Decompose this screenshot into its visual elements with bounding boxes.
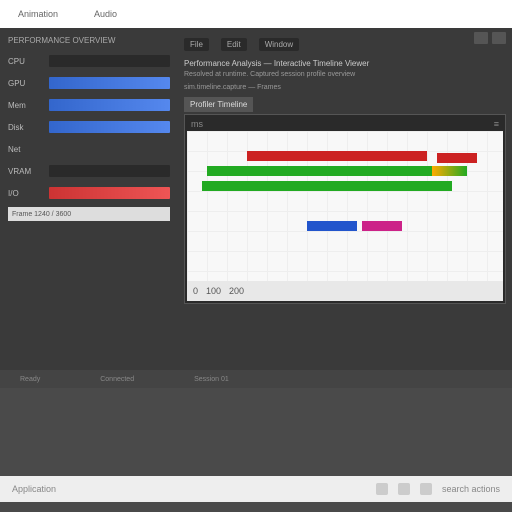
metric-bar xyxy=(49,143,170,155)
metric-label: Disk xyxy=(8,123,43,132)
description-line-1: Performance Analysis — Interactive Timel… xyxy=(184,59,506,68)
chart-footer: 0 100 200 xyxy=(187,281,503,301)
sidebar-row-net[interactable]: Net xyxy=(8,141,170,157)
chart-title: Profiler Timeline xyxy=(184,97,253,112)
timeline-chart[interactable] xyxy=(187,131,503,281)
metric-label: VRAM xyxy=(8,167,43,176)
bar-audio[interactable] xyxy=(307,221,357,231)
metric-label: CPU xyxy=(8,57,43,66)
content-panel: File Edit Window Performance Analysis — … xyxy=(178,28,512,388)
sidebar-row-mem[interactable]: Mem xyxy=(8,97,170,113)
search-hint[interactable]: search actions xyxy=(442,484,500,494)
tick-0: 0 xyxy=(193,286,198,296)
y-axis-label: ms xyxy=(191,119,203,129)
file-button[interactable]: File xyxy=(184,38,209,51)
tab-audio[interactable]: Audio xyxy=(86,5,125,23)
top-tabs: Animation Audio xyxy=(0,0,512,28)
metric-label: Mem xyxy=(8,101,43,110)
sidebar-row-gpu[interactable]: GPU xyxy=(8,75,170,91)
metric-bar xyxy=(49,77,170,89)
content-toolbar: File Edit Window xyxy=(184,34,506,55)
window-button[interactable]: Window xyxy=(259,38,299,51)
tick-100: 100 xyxy=(206,286,221,296)
bar-render[interactable] xyxy=(247,151,427,161)
metric-bar xyxy=(49,121,170,133)
copy-icon[interactable] xyxy=(398,483,410,495)
bar-overlap[interactable] xyxy=(432,166,467,176)
description-line-3: sim.timeline.capture — Frames xyxy=(184,84,506,91)
bar-spike[interactable] xyxy=(437,153,477,163)
metric-bar xyxy=(49,187,170,199)
maximize-icon[interactable] xyxy=(492,32,506,44)
tick-200: 200 xyxy=(229,286,244,296)
metric-bar xyxy=(49,99,170,111)
app-label: Application xyxy=(12,484,56,494)
status-bar: Ready Connected Session 01 xyxy=(0,370,512,388)
status-session: Session 01 xyxy=(194,376,229,383)
tab-animation[interactable]: Animation xyxy=(10,5,66,23)
metric-bar xyxy=(49,165,170,177)
metric-bar xyxy=(49,55,170,67)
sidebar-row-cpu[interactable]: CPU xyxy=(8,53,170,69)
window-controls xyxy=(474,32,506,44)
sidebar-header: PERFORMANCE OVERVIEW xyxy=(8,36,170,45)
status-connected: Connected xyxy=(100,376,134,383)
description-line-2: Resolved at runtime. Captured session pr… xyxy=(184,71,506,78)
status-ready: Ready xyxy=(20,376,40,383)
sidebar: PERFORMANCE OVERVIEW CPU GPU Mem Disk Net VRA… xyxy=(0,28,178,388)
bar-update[interactable] xyxy=(202,181,452,191)
sidebar-row-disk[interactable]: Disk xyxy=(8,119,170,135)
bar-physics[interactable] xyxy=(207,166,467,176)
metric-label: Net xyxy=(8,145,43,154)
edit-button[interactable]: Edit xyxy=(221,38,247,51)
frame-readout: Frame 1240 / 3600 xyxy=(8,207,170,221)
doc-icon[interactable] xyxy=(376,483,388,495)
metric-label: GPU xyxy=(8,79,43,88)
sidebar-row-vram[interactable]: VRAM xyxy=(8,163,170,179)
chart-header: ms ≡ xyxy=(187,117,503,131)
minimize-icon[interactable] xyxy=(474,32,488,44)
metric-label: I/O xyxy=(8,189,43,198)
bottom-bar: Application search actions xyxy=(0,476,512,502)
sidebar-row-i/o[interactable]: I/O xyxy=(8,185,170,201)
chart-window: ms ≡ 0 100 200 xyxy=(184,114,506,304)
bar-gc[interactable] xyxy=(362,221,402,231)
folder-icon[interactable] xyxy=(420,483,432,495)
chart-menu-icon[interactable]: ≡ xyxy=(494,119,499,129)
main-area: PERFORMANCE OVERVIEW CPU GPU Mem Disk Net VRA… xyxy=(0,28,512,388)
